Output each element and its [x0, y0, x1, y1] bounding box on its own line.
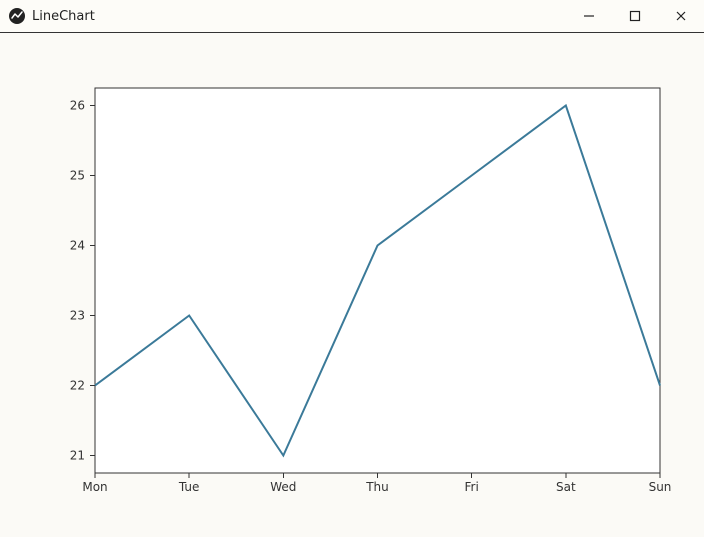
window-controls: [566, 0, 704, 32]
close-button[interactable]: [658, 0, 704, 32]
plot-frame: [95, 88, 660, 473]
y-tick-label: 21: [70, 449, 85, 463]
x-tick-label: Mon: [82, 480, 107, 494]
maximize-button[interactable]: [612, 0, 658, 32]
line-chart: 21 22 23 24 25 26 Mon Tue Wed Thu Fri Sat Sun: [0, 33, 704, 537]
app-window: LineChart 21 22 23 24 25 26 Mon Tue Wed Thu Fri Sat…: [0, 0, 704, 537]
y-tick-label: 24: [70, 239, 85, 253]
x-tick-label: Sat: [556, 480, 576, 494]
app-icon: [8, 7, 26, 25]
y-tick-label: 22: [70, 379, 85, 393]
window-title: LineChart: [32, 9, 95, 24]
y-tick-label: 25: [70, 169, 85, 183]
y-tick-label: 26: [70, 99, 85, 113]
minimize-button[interactable]: [566, 0, 612, 32]
x-tick-label: Thu: [365, 480, 389, 494]
x-tick-label: Tue: [178, 480, 200, 494]
y-tick-label: 23: [70, 309, 85, 323]
x-tick-label: Wed: [270, 480, 296, 494]
titlebar[interactable]: LineChart: [0, 0, 704, 33]
chart-area: 21 22 23 24 25 26 Mon Tue Wed Thu Fri Sat Sun: [0, 33, 704, 537]
x-tick-label: Sun: [649, 480, 672, 494]
x-tick-label: Fri: [465, 480, 479, 494]
